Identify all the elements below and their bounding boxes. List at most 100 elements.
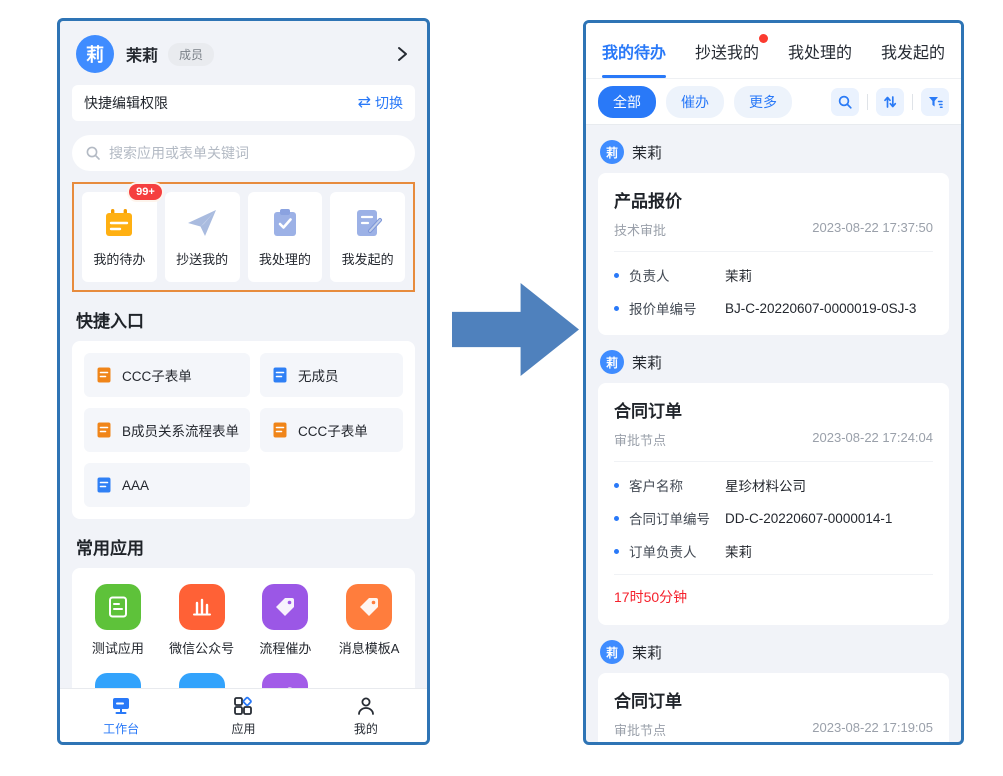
card-node: 审批节点 xyxy=(614,430,666,449)
app-item[interactable]: 测试应用 xyxy=(78,584,158,657)
form-doc-icon xyxy=(95,421,113,439)
todo-card[interactable]: 产品报价 技术审批 2023-08-22 17:37:50 负责人 茉莉 报价单… xyxy=(598,173,949,335)
quick-entry-label: CCC子表单 xyxy=(298,420,368,440)
tile-my-todo[interactable]: 99+ 我的待办 xyxy=(82,192,157,282)
app-label: 微信公众号 xyxy=(169,638,234,657)
calendar-todo-icon xyxy=(102,206,136,240)
tab-my-todo[interactable]: 我的待办 xyxy=(602,23,666,78)
quick-entry-title: 快捷入口 xyxy=(76,307,411,332)
sort-icon[interactable] xyxy=(876,88,904,116)
field-value: BJ-C-20220607-0000019-0SJ-3 xyxy=(725,301,916,316)
avatar: 莉 xyxy=(76,35,114,73)
swap-arrows-icon: ⇄ xyxy=(358,95,371,111)
tile-label: 抄送我的 xyxy=(176,249,228,268)
app-label: 测试应用 xyxy=(92,638,144,657)
chevron-right-icon[interactable] xyxy=(393,45,411,63)
tab-label: 我发起的 xyxy=(881,39,945,63)
filter-icon[interactable] xyxy=(921,88,949,116)
divider xyxy=(614,251,933,252)
comparison-figure: 莉 茉莉 成员 快捷编辑权限 ⇄ 切换 99+ xyxy=(0,0,1003,776)
role-badge: 成员 xyxy=(168,43,214,66)
filter-chip-urge[interactable]: 催办 xyxy=(666,86,724,118)
divider xyxy=(912,94,913,110)
app-label: 流程催办 xyxy=(259,638,311,657)
tile-cc-me[interactable]: 抄送我的 xyxy=(165,192,240,282)
divider xyxy=(614,574,933,575)
app-item[interactable]: 微信公众号 xyxy=(162,584,242,657)
card-title: 产品报价 xyxy=(614,187,933,212)
tile-label: 我处理的 xyxy=(259,249,311,268)
card-time: 2023-08-22 17:37:50 xyxy=(812,220,933,239)
filter-actions xyxy=(831,88,949,116)
card-node: 审批节点 xyxy=(614,720,666,739)
clipboard-check-icon xyxy=(268,206,302,240)
todo-list: 莉 茉莉 产品报价 技术审批 2023-08-22 17:37:50 负责人 茉… xyxy=(586,125,961,742)
tab-initiated[interactable]: 我发起的 xyxy=(881,23,945,78)
switch-label: 切换 xyxy=(375,93,403,113)
tab-processed[interactable]: 我处理的 xyxy=(788,23,852,78)
todo-tiles-highlight-box: 99+ 我的待办 抄送我的 我处理的 xyxy=(72,182,415,292)
quick-entry-label: 无成员 xyxy=(298,365,339,385)
common-apps-title: 常用应用 xyxy=(76,534,411,559)
filter-chip-all[interactable]: 全部 xyxy=(598,86,656,118)
apps-icon xyxy=(232,695,254,717)
todo-card[interactable]: 合同订单 审批节点 2023-08-22 17:24:04 客户名称 星珍材料公… xyxy=(598,383,949,625)
todo-group: 莉 茉莉 产品报价 技术审批 2023-08-22 17:37:50 负责人 茉… xyxy=(598,137,949,335)
user-name: 茉莉 xyxy=(126,42,158,66)
search-icon[interactable] xyxy=(831,88,859,116)
todo-group: 莉 茉莉 合同订单 审批节点 2023-08-22 17:24:04 客户名称 … xyxy=(598,347,949,625)
tile-processed[interactable]: 我处理的 xyxy=(248,192,323,282)
search-bar[interactable] xyxy=(72,135,415,171)
tab-label: 抄送我的 xyxy=(695,39,759,63)
quick-entry-item[interactable]: 无成员 xyxy=(260,353,403,397)
nav-label: 我的 xyxy=(354,720,378,737)
field-label: 报价单编号 xyxy=(629,298,725,318)
nav-apps[interactable]: 应用 xyxy=(182,689,304,742)
field-label: 负责人 xyxy=(629,265,725,285)
unread-dot xyxy=(759,34,768,43)
bullet-icon xyxy=(614,483,619,488)
sender-row: 莉 茉莉 xyxy=(598,637,949,673)
tile-label: 我的待办 xyxy=(93,249,145,268)
quick-entry-label: AAA xyxy=(122,478,149,493)
quick-entry-item[interactable]: B成员关系流程表单 xyxy=(84,408,250,452)
doc-edit-icon xyxy=(351,206,385,240)
field-value: 星珍材料公司 xyxy=(725,475,806,495)
tab-cc-me[interactable]: 抄送我的 xyxy=(695,23,759,78)
card-field: 合同订单编号 DD-C-20220607-0000014-1 xyxy=(614,508,933,528)
countdown-alert: 17时50分钟 xyxy=(614,587,933,607)
app-item[interactable]: 流程催办 xyxy=(246,584,326,657)
quick-entry-item[interactable]: CCC子表单 xyxy=(84,353,250,397)
card-title: 合同订单 xyxy=(614,687,933,712)
card-node: 技术审批 xyxy=(614,220,666,239)
tile-initiated[interactable]: 我发起的 xyxy=(330,192,405,282)
tab-label: 我处理的 xyxy=(788,39,852,63)
todo-card[interactable]: 合同订单 审批节点 2023-08-22 17:19:05 客户名称 张屋农业公… xyxy=(598,673,949,742)
bullet-icon xyxy=(614,273,619,278)
user-header[interactable]: 莉 茉莉 成员 xyxy=(60,21,427,83)
field-value: 茉莉 xyxy=(725,265,752,285)
card-time: 2023-08-22 17:24:04 xyxy=(812,430,933,449)
flow-arrow xyxy=(452,283,579,376)
quick-entry-item[interactable]: AAA xyxy=(84,463,250,507)
app-item[interactable]: 消息模板A xyxy=(329,584,409,657)
quick-entry-label: CCC子表单 xyxy=(122,365,192,385)
switch-button[interactable]: ⇄ 切换 xyxy=(358,93,403,113)
tab-label: 我的待办 xyxy=(602,39,666,63)
field-label: 客户名称 xyxy=(629,475,725,495)
avatar: 莉 xyxy=(600,350,624,374)
card-field: 负责人 茉莉 xyxy=(614,265,933,285)
sender-name: 茉莉 xyxy=(632,142,662,163)
filter-chip-more[interactable]: 更多 xyxy=(734,86,792,118)
workbench-screen: 莉 茉莉 成员 快捷编辑权限 ⇄ 切换 99+ xyxy=(57,18,430,745)
form-doc-icon xyxy=(271,421,289,439)
quick-entry-label: B成员关系流程表单 xyxy=(122,420,239,440)
quick-entry-item[interactable]: CCC子表单 xyxy=(260,408,403,452)
form-doc-icon xyxy=(271,366,289,384)
nav-mine[interactable]: 我的 xyxy=(305,689,427,742)
nav-workbench[interactable]: 工作台 xyxy=(60,689,182,742)
card-field: 报价单编号 BJ-C-20220607-0000019-0SJ-3 xyxy=(614,298,933,318)
todo-list-screen: 我的待办 抄送我的 我处理的 我发起的 全部 催办 更多 xyxy=(583,20,964,745)
sender-row: 莉 茉莉 xyxy=(598,137,949,173)
search-input[interactable] xyxy=(109,145,402,161)
